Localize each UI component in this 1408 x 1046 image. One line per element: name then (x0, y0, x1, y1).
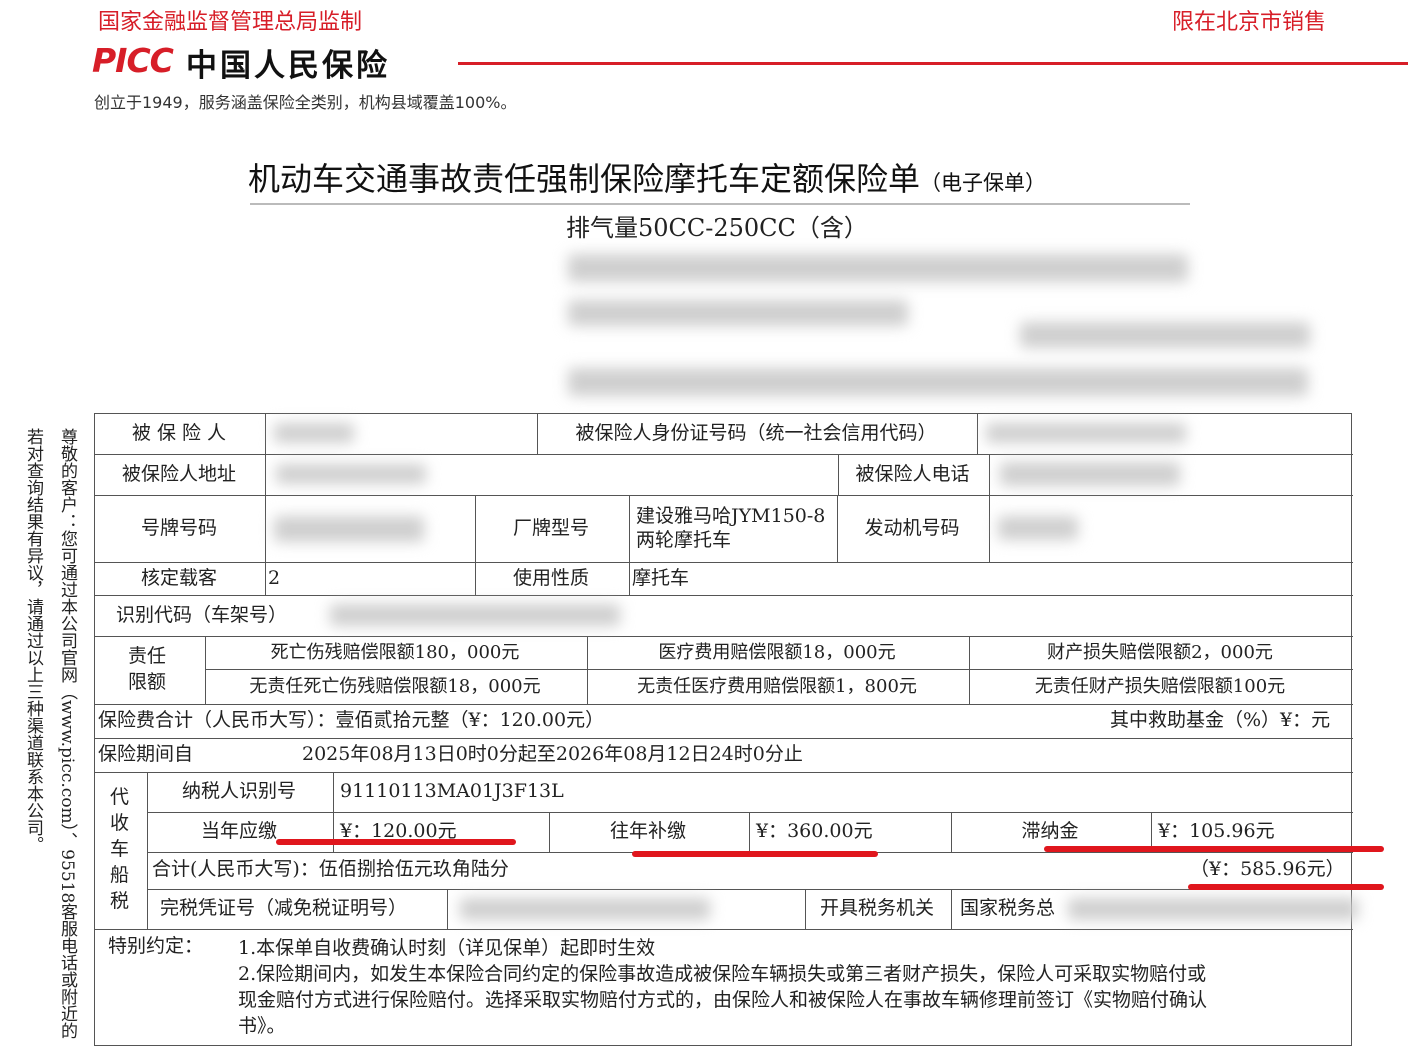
redacted-block (568, 254, 1188, 282)
header-divider (458, 62, 1408, 65)
rescue-fund: 其中救助基金（%）¥：元 (1110, 709, 1331, 731)
special-label: 特别约定： (108, 935, 204, 957)
liability-label-2: 限额 (128, 671, 167, 693)
tax-office-label: 开具税务机关 (819, 897, 934, 919)
redacted-id-number (986, 423, 1186, 443)
period-label: 保险期间自 (98, 743, 194, 765)
tax-cert-label: 完税凭证号（减免税证明号） (160, 897, 408, 919)
seats-label: 核定载客 (140, 567, 217, 589)
redacted-block (1020, 322, 1310, 348)
redacted-engine (998, 516, 1078, 540)
redacted-address (276, 464, 426, 484)
redacted-block (568, 300, 908, 326)
picc-logo-icon: PICC (92, 41, 174, 80)
tax-side-label-3: 车 (110, 838, 130, 860)
limit-no-fault-medical: 无责任医疗费用赔偿限额1，800元 (637, 676, 917, 697)
redacted-phone (1000, 462, 1180, 486)
brand-model-value-1: 建设雅马哈JYM150-8 (636, 505, 826, 527)
insured-label: 被 保 险 人 (131, 422, 227, 444)
brand-model-value-2: 两轮摩托车 (636, 529, 732, 551)
period-value: 2025年08月13日0时0分起至2026年08月12日24时0分止 (302, 743, 803, 765)
late-fee-label: 滞纳金 (1021, 820, 1079, 842)
tax-side-label-5: 税 (110, 890, 130, 912)
brand-model-label: 厂牌型号 (512, 517, 589, 539)
limit-no-fault-property: 无责任财产损失赔偿限额100元 (1034, 676, 1286, 697)
document-title: 机动车交通事故责任强制保险摩托车定额保险单（电子保单） (248, 154, 1046, 200)
tax-side-label-2: 收 (110, 812, 130, 834)
tax-side-label-1: 代 (110, 786, 130, 808)
redacted-block (568, 368, 1308, 396)
brand-slogan: 创立于1949，服务涵盖保险全类别，机构县域覆盖100%。 (94, 93, 517, 112)
title-main: 机动车交通事故责任强制保险摩托车定额保险单 (248, 160, 921, 198)
annotation-underline (632, 851, 878, 857)
limit-death-injury: 死亡伤残赔偿限额180，000元 (270, 642, 520, 663)
limit-property: 财产损失赔偿限额2，000元 (1047, 642, 1273, 663)
special-item-2-line-3: 书》。 (238, 1015, 286, 1037)
annotation-underline (1044, 846, 1384, 852)
tax-total-label: 合计(人民币大写)：伍佰捌拾伍元玖角陆分 (152, 858, 509, 880)
vin-label: 识别代码（车架号） (116, 604, 288, 626)
document-subtitle: 排气量50CC-250CC（含） (566, 214, 868, 242)
special-item-1: 1.本保单自收费确认时刻（详见保单）起即时生效 (238, 937, 656, 959)
region-label: 限在北京市销售 (1172, 10, 1327, 35)
annotation-underline (1188, 884, 1384, 890)
late-fee-value: ¥：105.96元 (1158, 820, 1275, 842)
past-years-label: 往年补缴 (609, 820, 686, 842)
brand-name: 中国人民保险 (186, 48, 390, 84)
taxpayer-id-value: 91110113MA01J3F13L (340, 780, 564, 802)
side-notice-line-1: 若对查询结果有异议，请通过以上三种渠道联系本公司。 (23, 428, 43, 853)
title-suffix: （电子保单） (920, 171, 1047, 195)
premium-total: 保险费合计（人民币大写）：壹佰贰拾元整（¥：120.00元） (98, 709, 605, 731)
usage-value: 摩托车 (632, 567, 690, 589)
redacted-tax-office (1068, 898, 1358, 920)
side-notice-line-2: 尊敬的客户：您可通过本公司官网（www.picc.com）、95518客服电话或… (57, 428, 77, 1040)
special-item-2-line-1: 2.保险期间内，如发生本保险合同约定的保险事故造成被保险车辆损失或第三者财产损失… (238, 963, 1207, 985)
plate-label: 号牌号码 (140, 517, 217, 539)
annotation-underline (276, 839, 516, 845)
phone-label: 被保险人电话 (855, 463, 970, 485)
redacted-insured (274, 423, 354, 443)
limit-medical: 医疗费用赔偿限额18，000元 (658, 642, 896, 663)
regulator-label: 国家金融监督管理总局监制 (98, 10, 363, 35)
title-underline (250, 203, 1190, 205)
past-years-value: ¥：360.00元 (756, 820, 873, 842)
tax-side-label-4: 船 (110, 864, 130, 886)
liability-label-1: 责任 (128, 645, 167, 667)
tax-office-value: 国家税务总 (960, 897, 1056, 919)
id-number-label: 被保险人身份证号码（统一社会信用代码） (575, 422, 937, 444)
special-item-2-line-2: 现金赔付方式进行保险赔付。选择采取实物赔付方式的，由保险人和被保险人在事故车辆修… (238, 989, 1208, 1011)
limit-no-fault-death-injury: 无责任死亡伤残赔偿限额18，000元 (249, 676, 541, 697)
redacted-vin (330, 604, 620, 626)
redacted-tax-cert (460, 898, 710, 920)
engine-label: 发动机号码 (864, 517, 960, 539)
address-label: 被保险人地址 (121, 463, 236, 485)
seats-value: 2 (268, 567, 281, 589)
redacted-plate (274, 516, 424, 542)
taxpayer-id-label: 纳税人识别号 (181, 780, 296, 802)
tax-total-value: （¥：585.96元） (1190, 858, 1345, 880)
usage-label: 使用性质 (512, 567, 589, 589)
